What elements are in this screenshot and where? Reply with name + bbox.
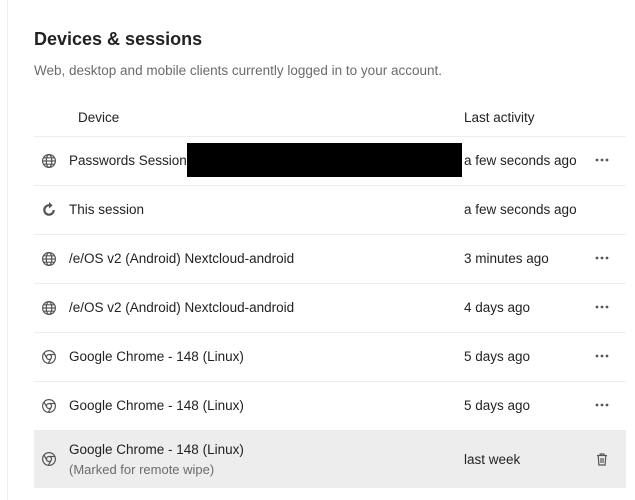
section-title: Devices & sessions <box>34 29 203 49</box>
section-description: Web, desktop and mobile clients currentl… <box>34 63 442 78</box>
last-activity: a few seconds ago <box>464 153 577 168</box>
trash-icon <box>596 452 608 466</box>
more-icon <box>595 354 609 358</box>
more-icon <box>595 256 609 260</box>
last-activity: last week <box>464 452 521 467</box>
device-name: Google Chrome - 148 (Linux) <box>69 442 244 457</box>
session-actions-button[interactable] <box>590 245 614 271</box>
redaction-box <box>187 143 462 177</box>
table-header: Device Last activity <box>34 102 626 137</box>
table-row[interactable]: Google Chrome - 148 (Linux) 5 days ago <box>34 382 626 431</box>
settings-panel-border <box>7 0 8 500</box>
sessions-table: Device Last activity Passwords Session a … <box>34 102 626 488</box>
session-actions-button[interactable] <box>590 147 614 173</box>
device-name: Passwords Session <box>69 153 187 168</box>
table-body: Passwords Session a few seconds ago This s… <box>34 137 626 488</box>
device-name: This session <box>69 202 145 217</box>
last-activity: 4 days ago <box>464 300 531 315</box>
table-row[interactable]: This session a few seconds ago <box>34 186 626 235</box>
table-row[interactable]: Google Chrome - 148 (Linux) (Marked for r… <box>34 431 626 488</box>
chrome-icon <box>41 398 57 414</box>
session-actions-button[interactable] <box>590 294 614 320</box>
device-name: Google Chrome - 148 (Linux) <box>69 349 244 364</box>
table-row[interactable]: Google Chrome - 148 (Linux) 5 days ago <box>34 333 626 382</box>
table-row[interactable]: /e/OS v2 (Android) Nextcloud-android 3 mi… <box>34 235 626 284</box>
device-name: /e/OS v2 (Android) Nextcloud-android <box>69 300 295 315</box>
delete-session-button[interactable] <box>590 446 614 472</box>
session-actions-button[interactable] <box>590 343 614 369</box>
device-name: Google Chrome - 148 (Linux) <box>69 398 244 413</box>
last-activity: 5 days ago <box>464 349 531 364</box>
chrome-icon <box>41 349 57 365</box>
more-icon <box>595 403 609 407</box>
column-header-last-activity: Last activity <box>464 110 535 125</box>
page: Devices & sessions Web, desktop and mobi… <box>0 0 635 500</box>
last-activity: a few seconds ago <box>464 202 577 217</box>
refresh-icon <box>41 202 57 218</box>
table-row[interactable]: Passwords Session a few seconds ago <box>34 137 626 186</box>
more-icon <box>595 158 609 162</box>
device-name: /e/OS v2 (Android) Nextcloud-android <box>69 251 295 266</box>
column-header-device: Device <box>78 110 120 125</box>
globe-icon <box>41 153 57 169</box>
session-actions-button[interactable] <box>590 392 614 418</box>
chrome-icon <box>41 451 57 467</box>
more-icon <box>595 305 609 309</box>
device-status-note: (Marked for remote wipe) <box>69 462 215 477</box>
table-row[interactable]: /e/OS v2 (Android) Nextcloud-android 4 da… <box>34 284 626 333</box>
globe-icon <box>41 300 57 316</box>
last-activity: 3 minutes ago <box>464 251 549 266</box>
last-activity: 5 days ago <box>464 398 531 413</box>
globe-icon <box>41 251 57 267</box>
